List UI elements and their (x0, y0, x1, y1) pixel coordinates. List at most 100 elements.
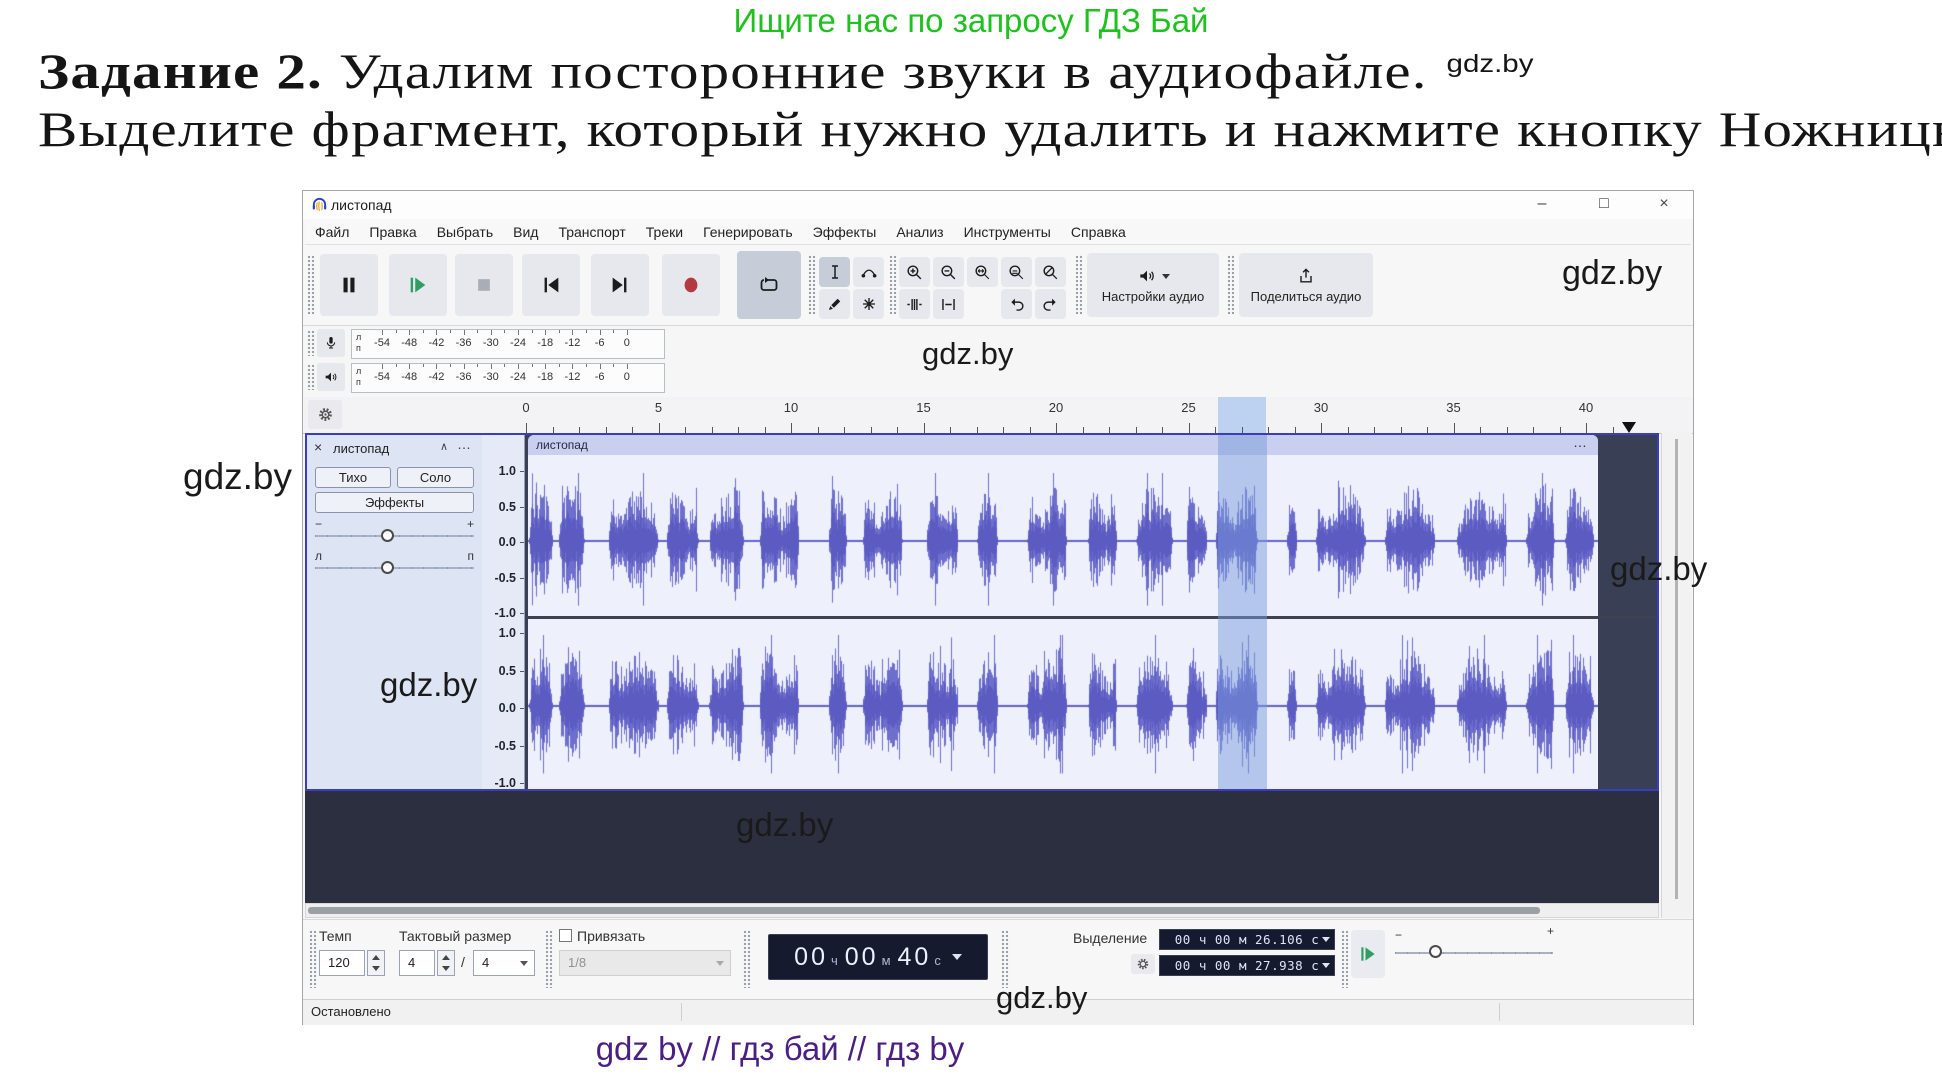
redo-button[interactable] (1035, 289, 1066, 319)
menu-анализ[interactable]: Анализ (886, 224, 953, 240)
tempo-input[interactable]: 120 (319, 950, 365, 976)
track-name[interactable]: листопад (333, 441, 389, 456)
toolbar-grip[interactable] (307, 330, 315, 356)
timesig-spinner[interactable] (437, 950, 455, 976)
menu-треки[interactable]: Треки (636, 224, 693, 240)
stop-button[interactable] (455, 254, 513, 316)
effects-button[interactable]: Эффекты (315, 492, 474, 513)
timeline-options-button[interactable] (308, 400, 342, 429)
undo-button[interactable] (1001, 289, 1032, 319)
toolbar-grip[interactable] (1341, 930, 1349, 988)
playhead-marker[interactable] (1622, 422, 1636, 433)
track-menu-button[interactable]: … (457, 436, 472, 452)
zoom-selection-icon (973, 263, 992, 282)
snap-value-select[interactable]: 1/8 (559, 950, 731, 976)
playback-meter-button[interactable] (317, 363, 345, 391)
multi-tool-button[interactable] (853, 289, 884, 319)
horizontal-scrollbar[interactable] (305, 903, 1659, 918)
meter-tick (396, 364, 397, 367)
watermark: gdz.by (1447, 50, 1534, 79)
menu-транспорт[interactable]: Транспорт (548, 224, 635, 240)
toolbar-grip[interactable] (545, 930, 553, 988)
zoom-out-button[interactable] (933, 257, 964, 287)
tempo-spinner[interactable] (367, 950, 385, 976)
share-audio-button[interactable]: Поделиться аудио (1239, 253, 1373, 317)
toolbar-grip[interactable] (743, 930, 751, 988)
waveform-canvas[interactable] (528, 455, 1598, 789)
selection-options-button[interactable] (1131, 954, 1155, 974)
zoom-in-button[interactable] (899, 257, 930, 287)
horizontal-scrollbar-thumb[interactable] (308, 907, 1540, 914)
scale-tick (520, 507, 524, 508)
play-button[interactable] (389, 254, 447, 316)
solo-button[interactable]: Соло (397, 467, 474, 488)
share-audio-label: Поделиться аудио (1251, 289, 1362, 304)
track-close-button[interactable]: × (314, 439, 322, 455)
toolbar-grip[interactable] (1075, 255, 1083, 315)
envelope-tool-button[interactable] (853, 257, 884, 287)
pan-left-label: л (315, 549, 322, 563)
menu-генерировать[interactable]: Генерировать (693, 224, 803, 240)
pan-slider-thumb[interactable] (381, 561, 394, 574)
ruler-ticks[interactable]: 0510152025303540 (346, 397, 1659, 433)
clip-header[interactable]: листопад … (528, 435, 1598, 455)
audio-position-display[interactable]: 00 ч 00 м 40 с (768, 934, 988, 980)
recording-meter[interactable]: лп -54-48-42-36-30-24-18-12-60 (351, 329, 665, 359)
minimize-button[interactable]: – (1525, 191, 1559, 219)
selection-start-field[interactable]: 00 ч 00 м 26.106 с (1159, 929, 1335, 950)
menu-вид[interactable]: Вид (503, 224, 548, 240)
gain-slider[interactable] (315, 535, 474, 537)
timeline-ruler[interactable]: 0510152025303540 (303, 397, 1693, 434)
menu-файл[interactable]: Файл (305, 224, 359, 240)
skip-to-end-button[interactable] (591, 254, 649, 316)
menu-правка[interactable]: Правка (359, 224, 426, 240)
toolbar-grip[interactable] (309, 930, 317, 988)
zoom-project-button[interactable] (1001, 257, 1032, 287)
maximize-button[interactable]: □ (1587, 191, 1621, 219)
loop-button[interactable] (737, 251, 801, 319)
skip-to-start-button[interactable] (522, 254, 580, 316)
vertical-scrollbar[interactable] (1661, 433, 1692, 918)
toolbar-grip[interactable] (307, 255, 315, 315)
draw-tool-button[interactable] (819, 289, 850, 319)
toolbar-grip[interactable] (1227, 255, 1235, 315)
track-collapse-button[interactable]: ∧ (440, 440, 448, 453)
record-meter-button[interactable] (317, 329, 345, 357)
toolbar-grip[interactable] (889, 255, 897, 315)
vertical-scale-ruler[interactable]: 1.00.50.0-0.5-1.01.00.50.0-0.5-1.0 (482, 435, 525, 789)
clip-menu-button[interactable]: … (1573, 435, 1588, 450)
menu-выбрать[interactable]: Выбрать (427, 224, 503, 240)
playback-speed-slider[interactable] (1395, 952, 1553, 954)
selection-tool-button[interactable] (819, 257, 850, 287)
zoom-selection-button[interactable] (967, 257, 998, 287)
watermark: gdz.by (736, 806, 833, 844)
meter-right-label: п (356, 343, 361, 353)
play-at-speed-button[interactable] (1351, 930, 1385, 978)
snap-checkbox[interactable] (559, 929, 572, 942)
trim-audio-button[interactable] (899, 289, 930, 319)
playback-meter[interactable]: лп -54-48-42-36-30-24-18-12-60 (351, 363, 665, 393)
toolbar-grip[interactable] (808, 255, 816, 315)
vertical-scrollbar-thumb[interactable] (1675, 439, 1678, 899)
menu-эффекты[interactable]: Эффекты (803, 224, 887, 240)
close-button[interactable]: × (1647, 191, 1681, 219)
scale-label: 0.5 (499, 664, 516, 678)
playback-speed-thumb[interactable] (1429, 945, 1442, 958)
toolbar-grip[interactable] (307, 364, 315, 390)
selection-end-field[interactable]: 00 ч 00 м 27.938 с (1159, 955, 1335, 976)
menu-справка[interactable]: Справка (1061, 224, 1136, 240)
timesig-lower-select[interactable]: 4 (473, 950, 535, 976)
scale-label: -1.0 (494, 606, 516, 620)
menu-инструменты[interactable]: Инструменты (954, 224, 1061, 240)
audio-clip[interactable]: листопад … (528, 435, 1598, 789)
audio-setup-button[interactable]: Настройки аудио (1087, 253, 1219, 317)
gain-slider-thumb[interactable] (381, 529, 394, 542)
mute-button[interactable]: Тихо (315, 467, 391, 488)
zoom-toggle-button[interactable] (1035, 257, 1066, 287)
pause-button[interactable] (320, 254, 378, 316)
silence-audio-button[interactable] (933, 289, 964, 319)
pan-slider[interactable] (315, 567, 474, 569)
record-button[interactable] (662, 254, 720, 316)
watermark: gdz.by (1610, 550, 1707, 588)
timesig-upper-input[interactable]: 4 (399, 950, 435, 976)
